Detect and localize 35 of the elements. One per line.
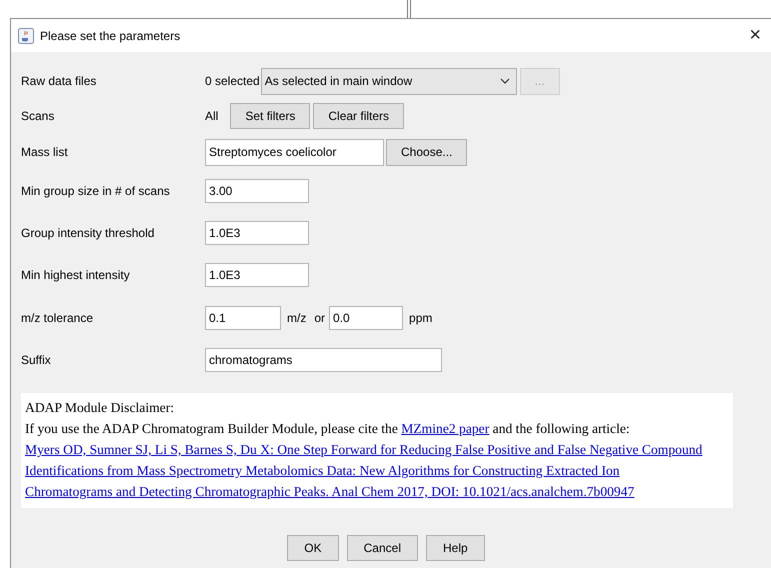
disclaimer-text: If you use the ADAP Chromatogram Builder Module, please cite the MZmine2 paper and the following article: bbox=[25, 420, 631, 438]
input-field[interactable]: 0.1 bbox=[205, 306, 281, 330]
input-field[interactable]: 1.0E3 bbox=[205, 263, 309, 287]
parameter-label: Group intensity threshold bbox=[21, 226, 156, 240]
parameter-label: Min group size in # of scans bbox=[21, 184, 171, 198]
dialog-button[interactable]: Cancel bbox=[346, 535, 418, 561]
coffee-cup-icon bbox=[18, 28, 34, 44]
chevron-icon bbox=[500, 78, 510, 84]
filter-button[interactable]: Clear filters bbox=[313, 103, 404, 129]
window-title: Please set the parameters bbox=[40, 28, 182, 42]
parameter-label: Mass list bbox=[21, 145, 69, 159]
source-dropdown[interactable]: As selected in main window bbox=[260, 68, 517, 94]
scans-value: All bbox=[205, 109, 218, 123]
input-field[interactable]: Streptomyces coelicolor bbox=[205, 138, 384, 166]
input-field[interactable]: chromatograms bbox=[205, 348, 442, 372]
parameter-label: Raw data files bbox=[21, 74, 98, 88]
unit-label: m/z bbox=[287, 310, 306, 324]
selected-count: 0 selected bbox=[205, 74, 260, 88]
close-button[interactable]: × bbox=[749, 24, 761, 47]
unit-label: ppm bbox=[409, 310, 432, 324]
article-link[interactable]: Myers OD, Sumner SJ, Li S, Barnes S, Du X: One Step Forward for Reducing False Positive and False Negative Compound Identifications from Mass Spectrometry Metabolomics Data: New Algorithms for Constructing Extracted Ion Chromatograms and Detecting Chromatographic Peaks. Anal Chem 2017, DOI: 10.1021/acs.analchem.7b00947 bbox=[25, 439, 709, 502]
input-field[interactable]: 3.00 bbox=[205, 179, 309, 203]
input-field[interactable]: 1.0E3 bbox=[205, 221, 309, 245]
filter-button[interactable]: Set filters bbox=[230, 103, 310, 129]
or-label: or bbox=[314, 310, 326, 324]
choose-button[interactable]: Choose... bbox=[386, 138, 468, 166]
dialog-button[interactable]: OK bbox=[287, 535, 339, 561]
disclaimer-title: ADAP Module Disclaimer: bbox=[25, 399, 176, 417]
parameter-label: m/z tolerance bbox=[21, 310, 94, 324]
input-field[interactable]: 0.0 bbox=[329, 306, 404, 330]
parameter-label: Scans bbox=[21, 109, 56, 123]
parameter-label: Min highest intensity bbox=[21, 268, 131, 282]
paper-link[interactable]: MZmine2 paper bbox=[401, 421, 490, 436]
parameter-label: Suffix bbox=[21, 353, 52, 367]
dialog-button[interactable]: Help bbox=[426, 535, 485, 561]
